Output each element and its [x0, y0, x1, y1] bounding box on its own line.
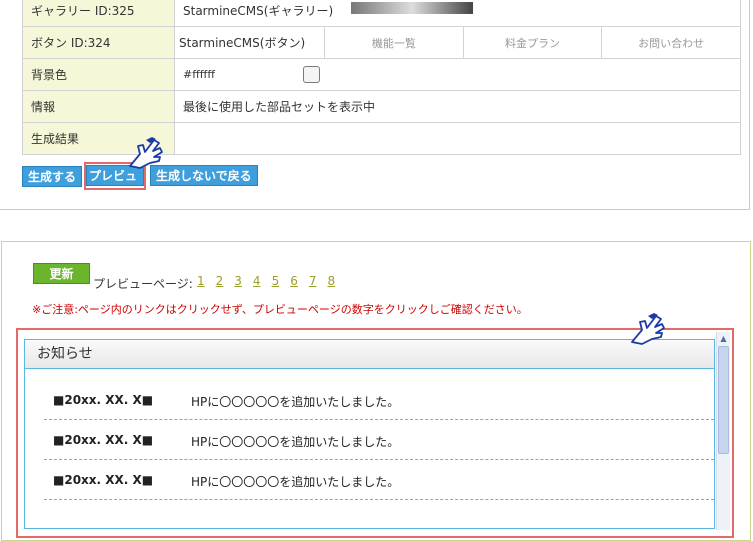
- row-label-info: 情報: [22, 90, 175, 123]
- caution-notice: ※ご注意:ページ内のリンクはクリックせず、プレビューページの数字をクリックしご確…: [32, 303, 528, 316]
- table-row: ボタン ID:324 StarmineCMS(ボタン) 機能一覧 料金プラン お…: [22, 26, 741, 59]
- news-text: HPに〇〇〇〇〇を追加いたしました。: [191, 435, 400, 449]
- news-date: ■20xx. XX. X■: [53, 393, 154, 407]
- preview-scrollbar[interactable]: ▲: [716, 332, 730, 530]
- scroll-up-icon[interactable]: ▲: [718, 333, 729, 344]
- button-preview-nav: StarmineCMS(ボタン) 機能一覧 料金プラン お問い合わせ: [179, 27, 740, 58]
- table-row: ギャラリー ID:325 StarmineCMS(ギャラリー): [22, 0, 741, 27]
- list-item: ■20xx. XX. X■ HPに〇〇〇〇〇を追加いたしました。: [44, 380, 714, 420]
- pointing-hand-icon: [129, 137, 163, 169]
- page-link-2[interactable]: 2: [216, 274, 224, 288]
- page-link-7[interactable]: 7: [309, 274, 317, 288]
- page-link-1[interactable]: 1: [197, 274, 205, 288]
- table-row: 背景色 #ffffff: [22, 58, 741, 91]
- row-label-button: ボタン ID:324: [22, 26, 175, 59]
- button-value: StarmineCMS(ボタン): [179, 36, 306, 50]
- update-button[interactable]: 更新: [33, 263, 90, 284]
- page-link-3[interactable]: 3: [234, 274, 242, 288]
- row-label-gallery: ギャラリー ID:325: [22, 0, 175, 27]
- generate-button[interactable]: 生成する: [22, 166, 83, 187]
- result-value: [174, 122, 741, 155]
- nav-preview-pricing: 料金プラン: [462, 27, 602, 58]
- row-label-bgcolor: 背景色: [22, 58, 175, 91]
- news-title: お知らせ: [25, 340, 714, 369]
- bgcolor-value: #ffffff: [183, 68, 215, 81]
- info-value: 最後に使用した部品セットを表示中: [174, 90, 741, 123]
- list-item: ■20xx. XX. X■ HPに〇〇〇〇〇を追加いたしました。: [44, 460, 714, 500]
- table-row: 情報 最後に使用した部品セットを表示中: [22, 90, 741, 123]
- preview-page-label: プレビューページ:: [93, 277, 193, 291]
- nav-preview-contact: お問い合わせ: [601, 27, 740, 58]
- page-link-8[interactable]: 8: [327, 274, 335, 288]
- page-link-6[interactable]: 6: [290, 274, 298, 288]
- preview-page-links: 12345678: [197, 274, 346, 288]
- nav-preview-features: 機能一覧: [324, 27, 463, 58]
- bgcolor-checkbox[interactable]: [302, 66, 320, 83]
- back-without-generate-button[interactable]: 生成しないで戻る: [150, 165, 258, 186]
- news-text: HPに〇〇〇〇〇を追加いたしました。: [191, 395, 400, 409]
- pointing-hand-icon: [631, 313, 665, 345]
- config-table: ギャラリー ID:325 StarmineCMS(ギャラリー) ボタン ID:3…: [22, 0, 741, 155]
- gallery-value: StarmineCMS(ギャラリー): [183, 4, 334, 18]
- news-date: ■20xx. XX. X■: [53, 433, 154, 447]
- page-link-4[interactable]: 4: [253, 274, 261, 288]
- page-link-5[interactable]: 5: [272, 274, 280, 288]
- news-date: ■20xx. XX. X■: [53, 473, 154, 487]
- gallery-thumbnail: [351, 2, 474, 14]
- scroll-thumb[interactable]: [718, 346, 729, 454]
- news-text: HPに〇〇〇〇〇を追加いたしました。: [191, 475, 400, 489]
- list-item: ■20xx. XX. X■ HPに〇〇〇〇〇を追加いたしました。: [44, 420, 714, 460]
